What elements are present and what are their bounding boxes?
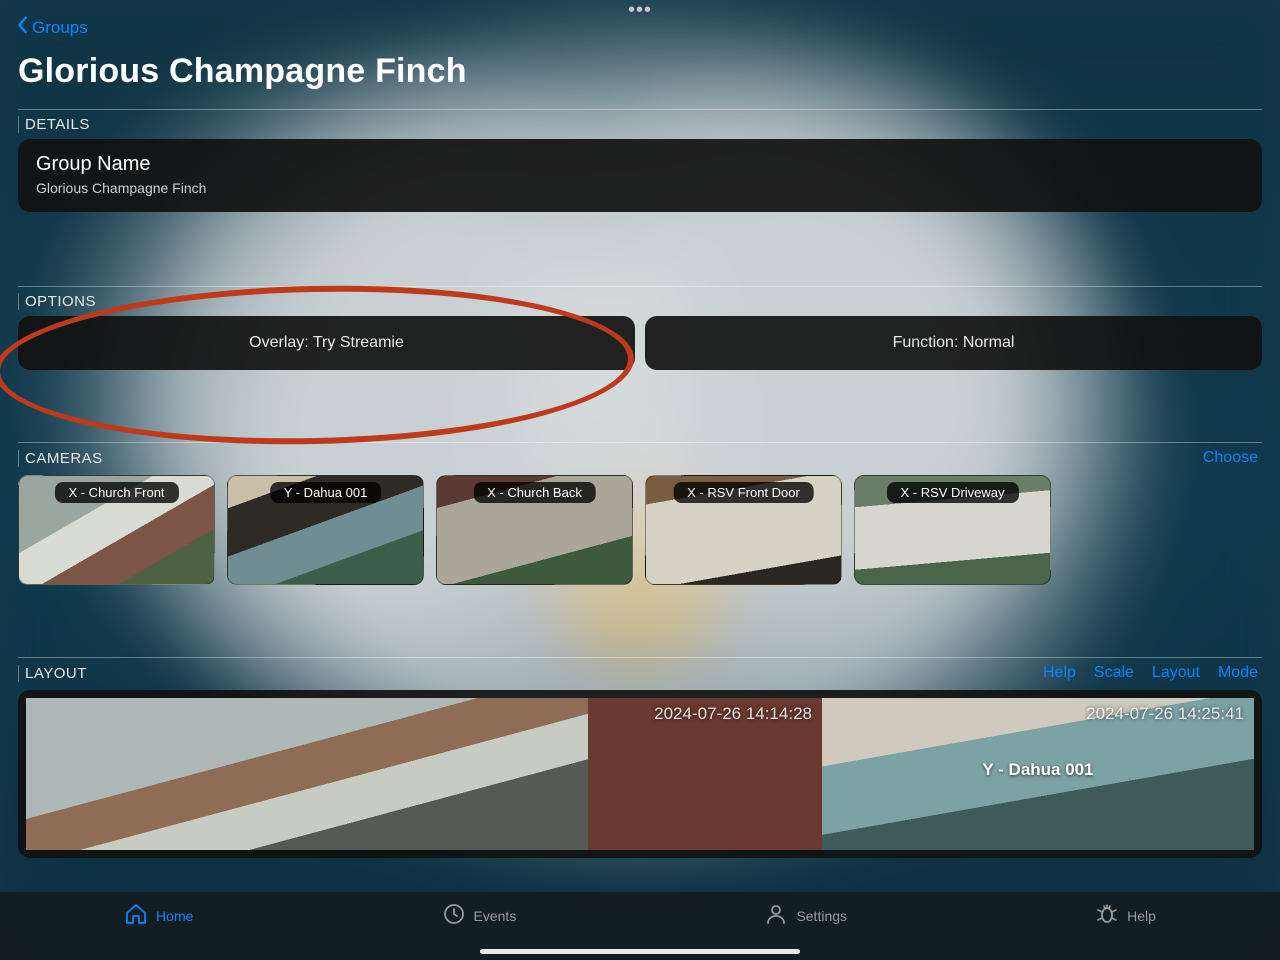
section-title-details: DETAILS — [18, 116, 90, 133]
group-name-label: Group Name — [36, 153, 1244, 176]
tab-help[interactable]: Help — [1095, 902, 1156, 929]
person-icon — [764, 902, 788, 929]
layout-tile[interactable]: 2024-07-26 14:14:28 — [588, 698, 822, 850]
layout-help-link[interactable]: Help — [1043, 664, 1076, 682]
tab-label: Home — [156, 908, 193, 924]
camera-thumb[interactable]: X - Church Back — [436, 475, 633, 585]
layout-tile[interactable]: 2024-07-26 14:25:41 Y - Dahua 001 — [822, 698, 1254, 850]
section-cameras: CAMERAS Choose X - Church Front Y - Dahu… — [18, 442, 1262, 585]
chevron-left-icon — [16, 16, 28, 39]
overlay-button[interactable]: Overlay: Try Streamie — [18, 316, 635, 370]
camera-row: X - Church Front Y - Dahua 001 X - Churc… — [18, 475, 1262, 585]
tab-bar: Home Events Settings Help — [0, 892, 1280, 960]
camera-thumb[interactable]: X - Church Front — [18, 475, 215, 585]
section-layout: LAYOUT Help Scale Layout Mode 2024-07-26… — [18, 657, 1262, 858]
camera-label: X - RSV Front Door — [673, 482, 814, 503]
tab-events[interactable]: Events — [442, 902, 517, 929]
tab-label: Settings — [796, 908, 847, 924]
tab-label: Events — [474, 908, 517, 924]
function-button-label: Function: Normal — [893, 334, 1015, 352]
section-title-layout: LAYOUT — [18, 665, 87, 682]
clock-icon — [442, 902, 466, 929]
function-button[interactable]: Function: Normal — [645, 316, 1262, 370]
layout-tile[interactable] — [26, 698, 588, 850]
status-bar: ••• — [0, 0, 1280, 20]
group-name-card[interactable]: Group Name Glorious Champagne Finch — [18, 139, 1262, 212]
home-indicator[interactable] — [480, 949, 800, 954]
section-details: DETAILS Group Name Glorious Champagne Fi… — [18, 109, 1262, 212]
layout-layout-link[interactable]: Layout — [1152, 664, 1200, 682]
back-nav[interactable]: Groups — [16, 16, 88, 39]
page-title: Glorious Champagne Finch — [18, 52, 1262, 91]
tab-settings[interactable]: Settings — [764, 902, 847, 929]
tile-camera-name: Y - Dahua 001 — [982, 760, 1093, 780]
section-title-options: OPTIONS — [18, 293, 96, 310]
back-label: Groups — [32, 18, 88, 38]
tile-timestamp: 2024-07-26 14:25:41 — [1086, 704, 1244, 724]
layout-scale-link[interactable]: Scale — [1094, 664, 1134, 682]
camera-label: X - Church Front — [54, 482, 178, 503]
ellipsis-icon[interactable]: ••• — [628, 5, 652, 15]
tab-label: Help — [1127, 908, 1156, 924]
layout-preview[interactable]: 2024-07-26 14:14:28 2024-07-26 14:25:41 … — [18, 690, 1262, 858]
camera-label: X - Church Back — [473, 482, 596, 503]
camera-thumb[interactable]: X - RSV Front Door — [645, 475, 842, 585]
layout-mode-link[interactable]: Mode — [1218, 664, 1258, 682]
bug-icon — [1095, 902, 1119, 929]
camera-thumb[interactable]: Y - Dahua 001 — [227, 475, 424, 585]
camera-thumb[interactable]: X - RSV Driveway — [854, 475, 1051, 585]
section-title-cameras: CAMERAS — [18, 450, 103, 467]
group-name-value: Glorious Champagne Finch — [36, 180, 1244, 196]
overlay-button-label: Overlay: Try Streamie — [249, 334, 404, 352]
tile-timestamp: 2024-07-26 14:14:28 — [654, 704, 812, 724]
choose-cameras-link[interactable]: Choose — [1203, 449, 1258, 467]
home-icon — [124, 902, 148, 929]
section-options: OPTIONS Overlay: Try Streamie Function: … — [18, 286, 1262, 370]
tab-home[interactable]: Home — [124, 902, 193, 929]
camera-label: Y - Dahua 001 — [270, 482, 382, 503]
camera-label: X - RSV Driveway — [886, 482, 1018, 503]
